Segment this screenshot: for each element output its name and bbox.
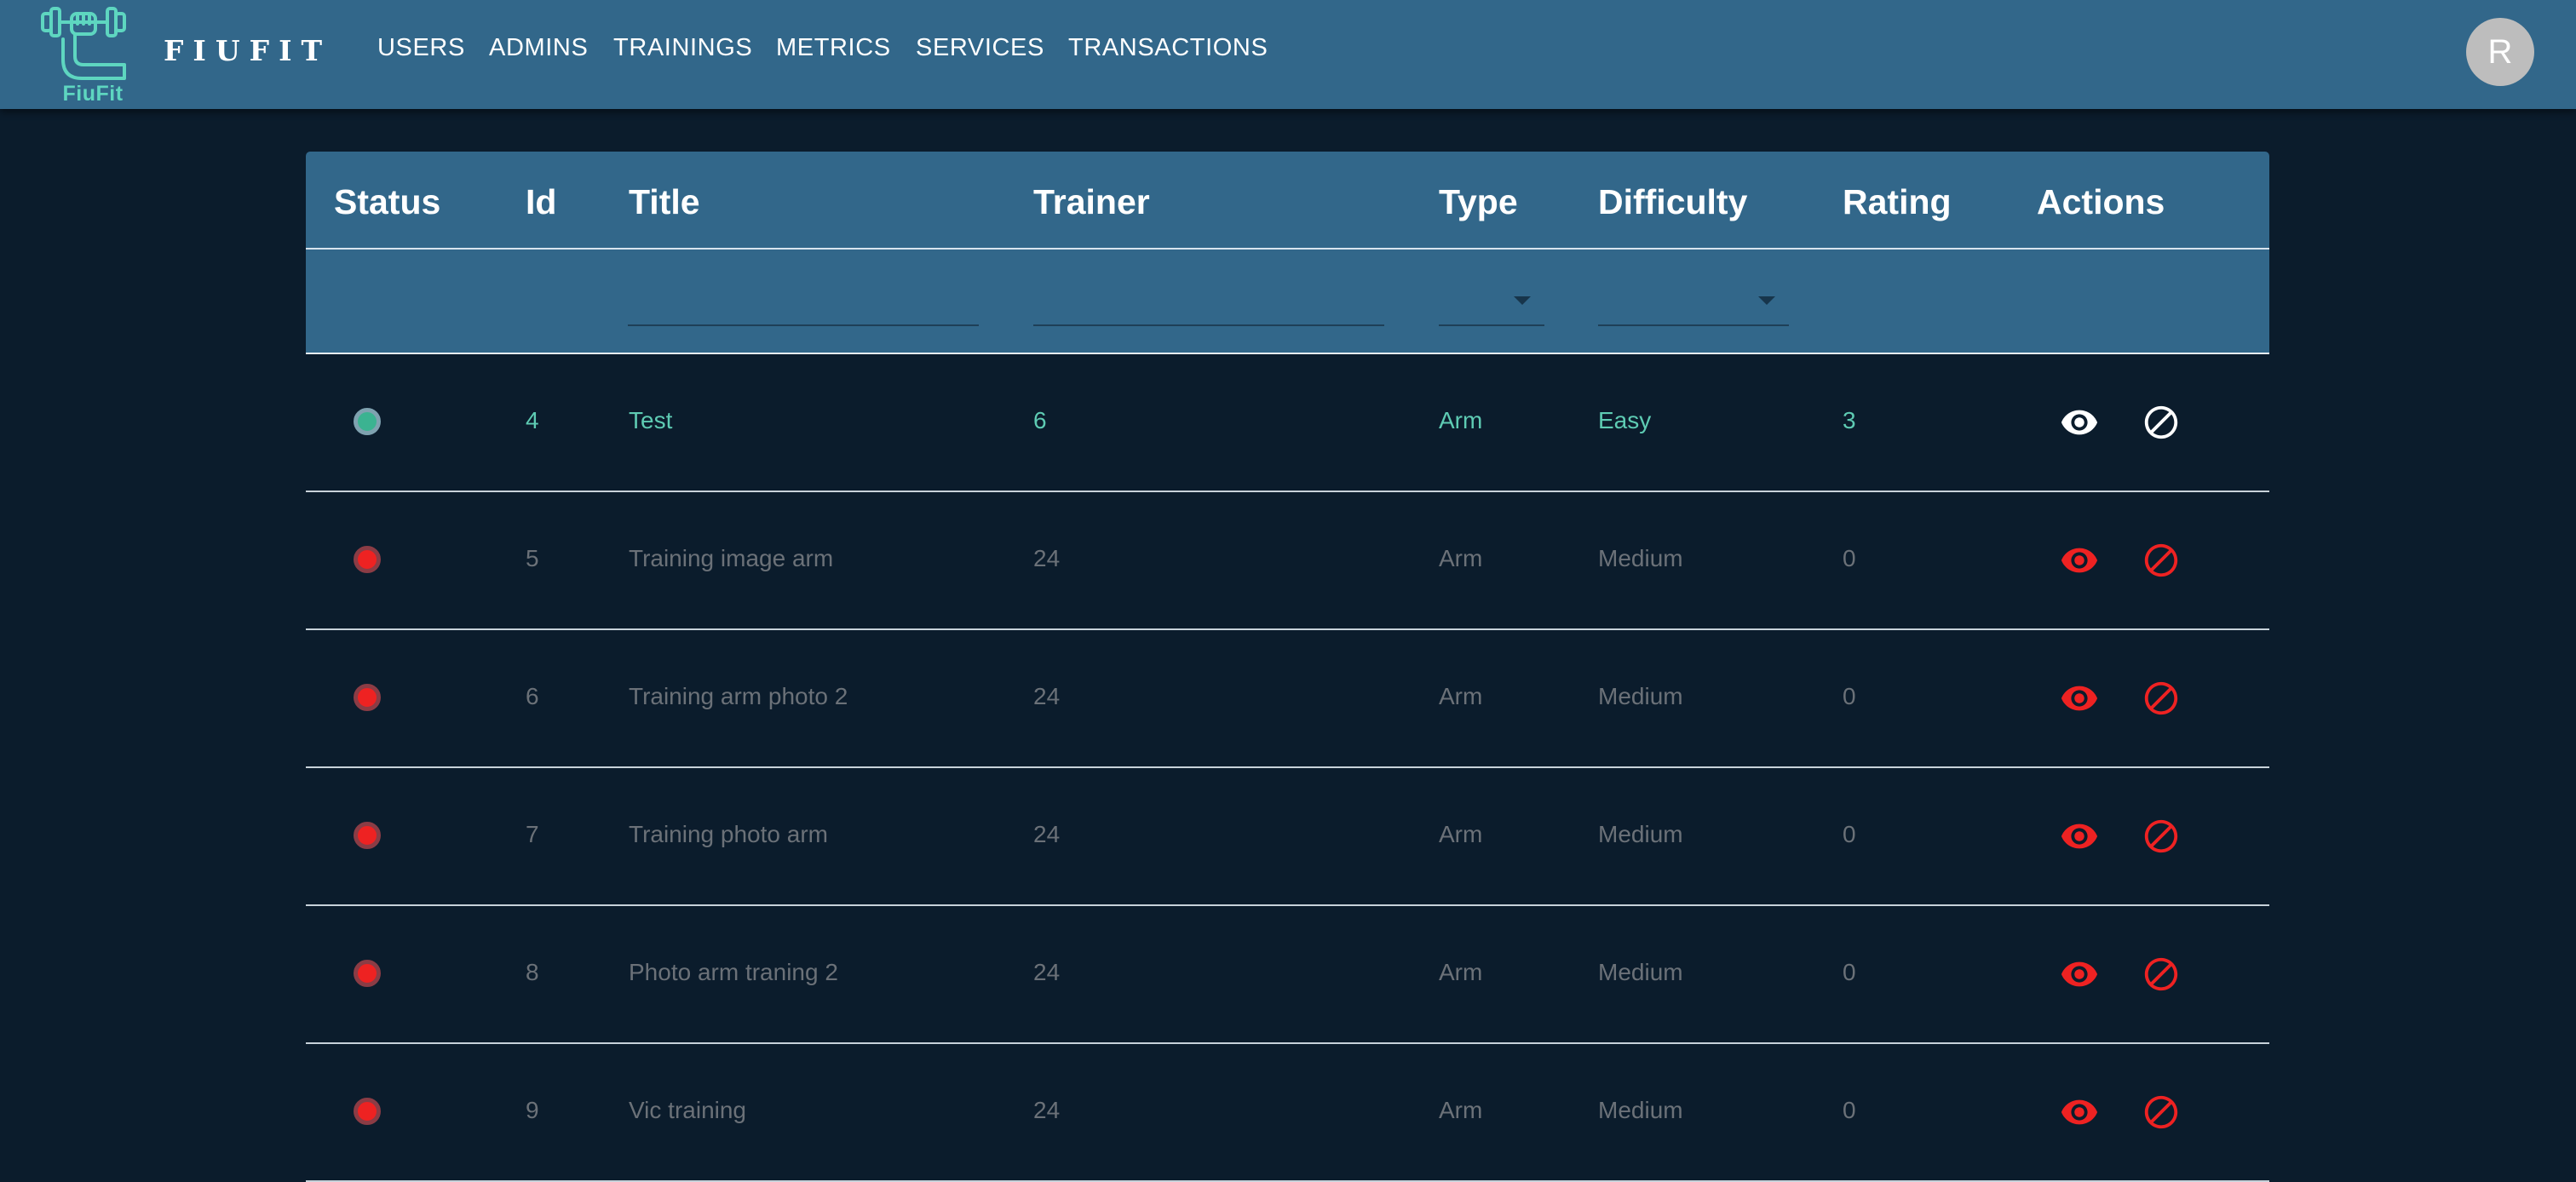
column-header-trainer[interactable]: Trainer xyxy=(1033,182,1150,222)
top-app-bar: FiuFit FIUFIT USERS ADMINS TRAININGS MET… xyxy=(0,0,2576,109)
view-eye-icon[interactable] xyxy=(2060,679,2099,718)
cell-title: Vic training xyxy=(629,1097,747,1123)
cell-trainer: 24 xyxy=(1033,545,1061,571)
cell-type: Arm xyxy=(1439,1097,1483,1123)
logo-text: FiuFit xyxy=(62,82,124,106)
cell-title: Test xyxy=(629,407,673,433)
status-blocked-icon xyxy=(354,684,381,711)
cell-difficulty: Medium xyxy=(1598,683,1683,709)
fiufit-logo[interactable]: FiuFit xyxy=(39,0,140,109)
cell-difficulty: Medium xyxy=(1598,959,1683,985)
dumbbell-arm-logo-icon xyxy=(41,7,126,80)
cell-type: Arm xyxy=(1439,959,1483,985)
cell-type: Arm xyxy=(1439,545,1483,571)
block-icon[interactable] xyxy=(2142,403,2181,442)
header-divider xyxy=(306,248,2269,250)
cell-id: 6 xyxy=(526,683,539,709)
status-blocked-icon xyxy=(354,546,381,573)
cell-id: 5 xyxy=(526,545,539,571)
trainings-table: Status Id Title Trainer Type Difficulty … xyxy=(306,152,2269,1182)
cell-trainer: 24 xyxy=(1033,821,1061,847)
column-header-status[interactable]: Status xyxy=(334,182,440,222)
cell-trainer: 24 xyxy=(1033,959,1061,985)
difficulty-filter-chevron-down-icon[interactable] xyxy=(1758,296,1775,305)
view-eye-icon[interactable] xyxy=(2060,817,2099,856)
cell-rating: 3 xyxy=(1843,407,1856,433)
cell-title: Training image arm xyxy=(629,545,834,571)
status-blocked-icon xyxy=(354,960,381,987)
avatar[interactable]: R xyxy=(2466,18,2534,86)
cell-type: Arm xyxy=(1439,821,1483,847)
cell-difficulty: Easy xyxy=(1598,407,1652,433)
cell-trainer: 24 xyxy=(1033,1097,1061,1123)
cell-rating: 0 xyxy=(1843,683,1856,709)
status-blocked-icon xyxy=(354,822,381,849)
column-header-difficulty[interactable]: Difficulty xyxy=(1598,182,1747,222)
type-filter-underline xyxy=(1439,324,1544,326)
column-header-rating[interactable]: Rating xyxy=(1843,182,1952,222)
nav-metrics[interactable]: METRICS xyxy=(776,34,891,62)
view-eye-icon[interactable] xyxy=(2060,1093,2099,1132)
block-icon[interactable] xyxy=(2142,955,2181,994)
status-active-icon xyxy=(354,408,381,435)
type-filter-chevron-down-icon[interactable] xyxy=(1514,296,1531,305)
table-row[interactable]: 6 Training arm photo 2 24 Arm Medium 0 xyxy=(306,630,2269,768)
cell-difficulty: Medium xyxy=(1598,1097,1683,1123)
column-header-id[interactable]: Id xyxy=(526,182,556,222)
cell-difficulty: Medium xyxy=(1598,545,1683,571)
table-row[interactable]: 5 Training image arm 24 Arm Medium 0 xyxy=(306,492,2269,630)
block-icon[interactable] xyxy=(2142,541,2181,580)
cell-id: 7 xyxy=(526,821,539,847)
difficulty-filter-underline xyxy=(1598,324,1789,326)
view-eye-icon[interactable] xyxy=(2060,955,2099,994)
table-header: Status Id Title Trainer Type Difficulty … xyxy=(306,152,2269,354)
table-body: 4 Test 6 Arm Easy 3 5 Training image arm 24 Arm Me… xyxy=(306,354,2269,1182)
table-row[interactable]: 9 Vic training 24 Arm Medium 0 xyxy=(306,1044,2269,1182)
title-filter-underline xyxy=(628,324,979,326)
nav-services[interactable]: SERVICES xyxy=(916,34,1044,62)
cell-title: Photo arm traning 2 xyxy=(629,959,838,985)
column-header-type[interactable]: Type xyxy=(1439,182,1518,222)
trainer-filter-input[interactable] xyxy=(1033,279,1384,326)
cell-rating: 0 xyxy=(1843,545,1856,571)
cell-id: 9 xyxy=(526,1097,539,1123)
brand-title[interactable]: FIUFIT xyxy=(164,34,331,67)
nav-trainings[interactable]: TRAININGS xyxy=(613,34,752,62)
table-row[interactable]: 4 Test 6 Arm Easy 3 xyxy=(306,354,2269,492)
nav-users[interactable]: USERS xyxy=(377,34,465,62)
cell-rating: 0 xyxy=(1843,1097,1856,1123)
block-icon[interactable] xyxy=(2142,679,2181,718)
table-row[interactable]: 8 Photo arm traning 2 24 Arm Medium 0 xyxy=(306,906,2269,1044)
title-filter-input[interactable] xyxy=(628,279,979,326)
nav-transactions[interactable]: TRANSACTIONS xyxy=(1068,34,1268,62)
cell-type: Arm xyxy=(1439,683,1483,709)
cell-id: 8 xyxy=(526,959,539,985)
column-header-actions: Actions xyxy=(2037,182,2165,221)
nav-admins[interactable]: ADMINS xyxy=(489,34,588,62)
status-blocked-icon xyxy=(354,1098,381,1125)
cell-difficulty: Medium xyxy=(1598,821,1683,847)
trainer-filter-underline xyxy=(1033,324,1384,326)
column-header-title[interactable]: Title xyxy=(629,182,700,222)
table-row[interactable]: 7 Training photo arm 24 Arm Medium 0 xyxy=(306,768,2269,906)
cell-trainer: 24 xyxy=(1033,683,1061,709)
block-icon[interactable] xyxy=(2142,817,2181,856)
cell-id: 4 xyxy=(526,407,539,433)
view-eye-icon[interactable] xyxy=(2060,541,2099,580)
cell-title: Training photo arm xyxy=(629,821,828,847)
cell-title: Training arm photo 2 xyxy=(629,683,848,709)
cell-type: Arm xyxy=(1439,407,1483,433)
cell-rating: 0 xyxy=(1843,959,1856,985)
view-eye-icon[interactable] xyxy=(2060,403,2099,442)
cell-rating: 0 xyxy=(1843,821,1856,847)
cell-trainer: 6 xyxy=(1033,407,1047,433)
block-icon[interactable] xyxy=(2142,1093,2181,1132)
